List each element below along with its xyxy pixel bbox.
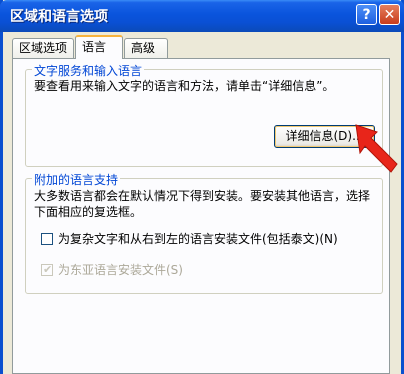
east-asian-checkbox: ✔ <box>41 262 53 276</box>
supplemental-legend: 附加的语言支持 <box>32 171 121 188</box>
dialog-content: 区域选项 语言 高级 文字服务和输入语言 要查看用来输入文字的语言和方法，请单击… <box>3 32 401 374</box>
window-title: 区域和语言选项 <box>10 9 108 25</box>
help-button[interactable]: ? <box>356 4 377 25</box>
tab-panel-languages: 文字服务和输入语言 要查看用来输入文字的语言和方法，请单击“详细信息”。 详细信… <box>12 58 390 374</box>
help-icon: ? <box>362 6 371 23</box>
dialog-window: 区域和语言选项 ? ✕ 区域选项 语言 高级 文字服务和输入语言 要查看用来输入… <box>0 0 404 374</box>
checkmark-icon: ✔ <box>43 262 53 276</box>
east-asian-option: ✔ 为东亚语言安装文件(S) <box>41 261 183 278</box>
complex-scripts-checkbox[interactable] <box>41 232 53 245</box>
tab-advanced[interactable]: 高级 <box>124 38 168 58</box>
tab-regional-options[interactable]: 区域选项 <box>12 38 74 58</box>
complex-scripts-option[interactable]: 为复杂文字和从右到左的语言安装文件(包括泰文)(N) <box>41 230 338 247</box>
close-button[interactable]: ✕ <box>379 4 400 25</box>
tab-languages[interactable]: 语言 <box>75 35 123 59</box>
complex-scripts-label: 为复杂文字和从右到左的语言安装文件(包括泰文)(N) <box>58 232 338 246</box>
title-bar[interactable]: 区域和语言选项 ? ✕ <box>0 0 404 32</box>
text-services-description: 要查看用来输入文字的语言和方法，请单击“详细信息”。 <box>34 79 335 93</box>
text-services-legend: 文字服务和输入语言 <box>32 62 145 79</box>
supplemental-description-line2: 下面相应的复选框。 <box>34 205 143 219</box>
east-asian-label: 为东亚语言安装文件(S) <box>58 263 183 277</box>
supplemental-language-group: 附加的语言支持 大多数语言都会在默认情况下得到安装。要安装其他语言，选择 下面相… <box>25 171 383 294</box>
red-arrow-annotation-icon <box>355 124 398 173</box>
text-services-group: 文字服务和输入语言 要查看用来输入文字的语言和方法，请单击“详细信息”。 详细信… <box>25 62 383 167</box>
supplemental-description-line1: 大多数语言都会在默认情况下得到安装。要安装其他语言，选择 <box>34 189 371 203</box>
close-icon: ✕ <box>383 6 396 23</box>
